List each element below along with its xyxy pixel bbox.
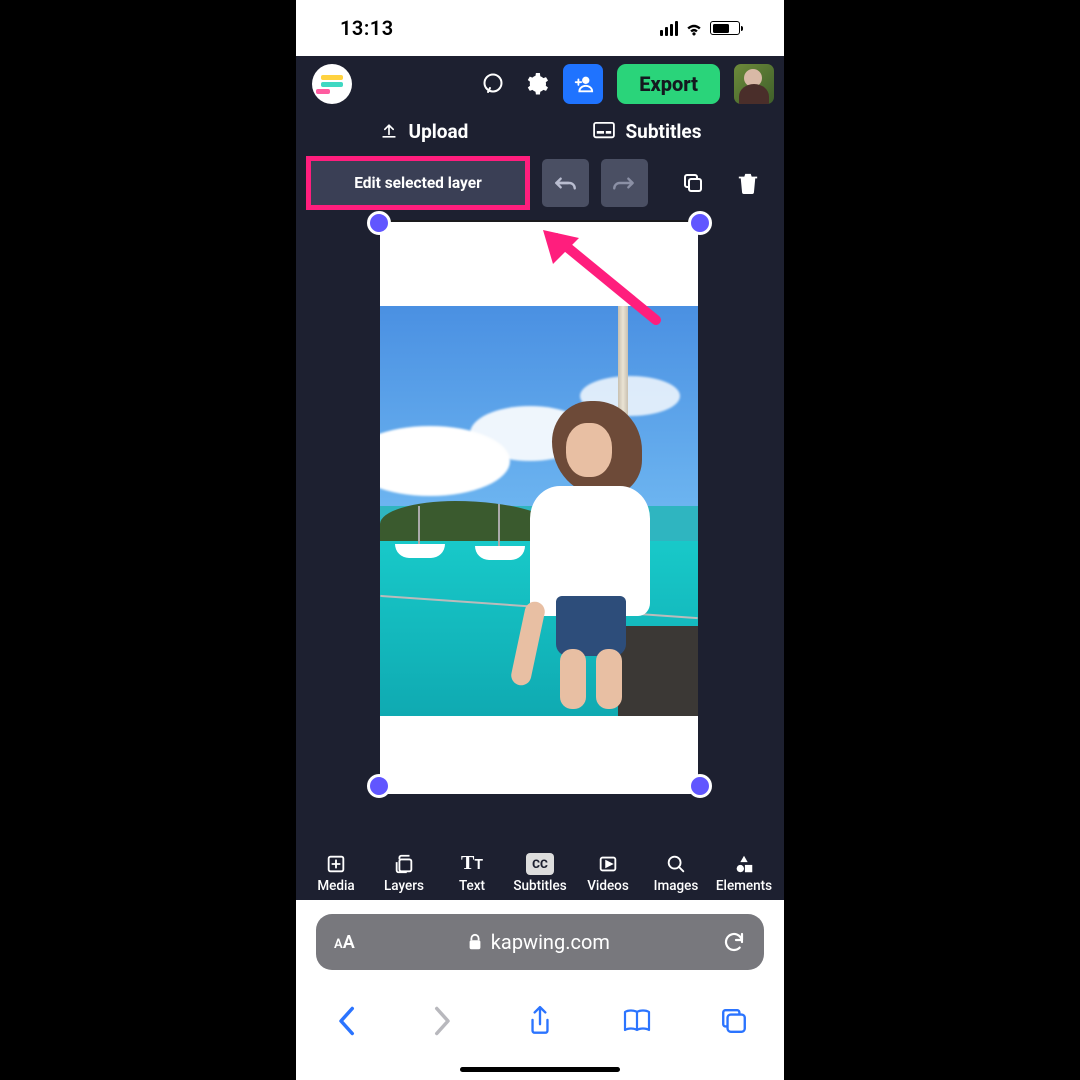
tab-subtitles[interactable]: CC Subtitles bbox=[506, 853, 574, 894]
subtitles-label: Subtitles bbox=[625, 120, 701, 143]
tab-images-label: Images bbox=[654, 878, 699, 894]
editor-bottom-tabs: Media Layers TT Text CC Subtitles Videos… bbox=[296, 836, 784, 900]
battery-icon bbox=[710, 21, 740, 35]
text-icon: TT bbox=[461, 853, 483, 875]
delete-button[interactable] bbox=[727, 159, 770, 207]
duplicate-button[interactable] bbox=[672, 159, 715, 207]
tab-subtitles-label: Subtitles bbox=[513, 878, 566, 894]
cellular-signal-icon bbox=[660, 21, 678, 36]
edit-toolbar: Edit selected layer bbox=[296, 154, 784, 212]
export-button[interactable]: Export bbox=[617, 64, 720, 104]
layers-icon bbox=[393, 853, 415, 875]
ios-status-bar: 13:13 bbox=[296, 0, 784, 56]
tab-videos-label: Videos bbox=[587, 878, 629, 894]
cc-icon: CC bbox=[526, 853, 554, 875]
reload-icon[interactable] bbox=[722, 930, 746, 954]
status-time: 13:13 bbox=[340, 16, 394, 40]
forward-button bbox=[415, 1006, 471, 1036]
tab-text-label: Text bbox=[459, 878, 485, 894]
user-avatar[interactable] bbox=[734, 64, 774, 104]
phone-screen: 13:13 Export bbox=[296, 0, 784, 1080]
book-icon bbox=[622, 1007, 652, 1035]
canvas-area[interactable] bbox=[296, 212, 784, 836]
url-display[interactable]: kapwing.com bbox=[367, 930, 710, 954]
tab-text[interactable]: TT Text bbox=[438, 853, 506, 894]
app-top-bar: Export bbox=[296, 56, 784, 112]
safari-address-bar[interactable]: AA kapwing.com bbox=[316, 914, 764, 970]
resize-handle-bottom-right[interactable] bbox=[688, 774, 712, 798]
safari-bottom-nav bbox=[296, 970, 784, 1080]
upload-tab[interactable]: Upload bbox=[379, 120, 469, 143]
chevron-left-icon bbox=[336, 1006, 356, 1036]
subtitles-tab[interactable]: Subtitles bbox=[593, 120, 701, 143]
tab-videos[interactable]: Videos bbox=[574, 853, 642, 894]
tabs-icon bbox=[720, 1007, 748, 1035]
edit-selected-layer-label: Edit selected layer bbox=[354, 174, 482, 192]
media-icon bbox=[325, 853, 347, 875]
edit-selected-layer-button[interactable]: Edit selected layer bbox=[306, 156, 530, 210]
resize-handle-top-right[interactable] bbox=[688, 211, 712, 235]
share-button[interactable] bbox=[512, 1005, 568, 1037]
status-right bbox=[660, 21, 740, 36]
elements-icon bbox=[733, 853, 755, 875]
share-icon bbox=[527, 1005, 553, 1037]
lock-icon bbox=[467, 933, 483, 951]
resize-handle-bottom-left[interactable] bbox=[367, 774, 391, 798]
app-sub-bar: Upload Subtitles bbox=[296, 112, 784, 154]
chevron-right-icon bbox=[433, 1006, 453, 1036]
tab-media-label: Media bbox=[317, 878, 354, 894]
kapwing-logo[interactable] bbox=[312, 64, 352, 104]
back-button[interactable] bbox=[318, 1006, 374, 1036]
url-text: kapwing.com bbox=[491, 930, 610, 954]
tab-layers-label: Layers bbox=[384, 878, 424, 894]
tab-layers[interactable]: Layers bbox=[370, 853, 438, 894]
add-user-button[interactable] bbox=[563, 64, 603, 104]
images-search-icon bbox=[665, 853, 687, 875]
canvas-layer[interactable] bbox=[380, 222, 698, 794]
safari-chrome: AA kapwing.com bbox=[296, 900, 784, 1080]
bookmarks-button[interactable] bbox=[609, 1007, 665, 1035]
home-indicator[interactable] bbox=[460, 1067, 620, 1072]
undo-icon bbox=[552, 173, 578, 193]
subtitles-icon bbox=[593, 122, 615, 140]
trash-icon bbox=[737, 171, 759, 195]
redo-button[interactable] bbox=[601, 159, 648, 207]
tab-elements[interactable]: Elements bbox=[710, 853, 778, 894]
upload-label: Upload bbox=[409, 120, 469, 143]
export-button-label: Export bbox=[639, 72, 698, 96]
resize-handle-top-left[interactable] bbox=[367, 211, 391, 235]
kapwing-editor-app: Export Upload Subtitles Edit selected la… bbox=[296, 56, 784, 900]
videos-icon bbox=[597, 853, 619, 875]
photo-content bbox=[380, 306, 698, 716]
gear-icon[interactable] bbox=[519, 66, 555, 102]
undo-button[interactable] bbox=[542, 159, 589, 207]
chat-icon[interactable] bbox=[475, 66, 511, 102]
tabs-button[interactable] bbox=[706, 1007, 762, 1035]
duplicate-icon bbox=[681, 171, 705, 195]
upload-icon bbox=[379, 121, 399, 141]
tab-images[interactable]: Images bbox=[642, 853, 710, 894]
wifi-icon bbox=[684, 21, 704, 36]
redo-icon bbox=[611, 173, 637, 193]
text-size-button[interactable]: AA bbox=[334, 932, 355, 953]
tab-media[interactable]: Media bbox=[302, 853, 370, 894]
tab-elements-label: Elements bbox=[716, 878, 772, 894]
